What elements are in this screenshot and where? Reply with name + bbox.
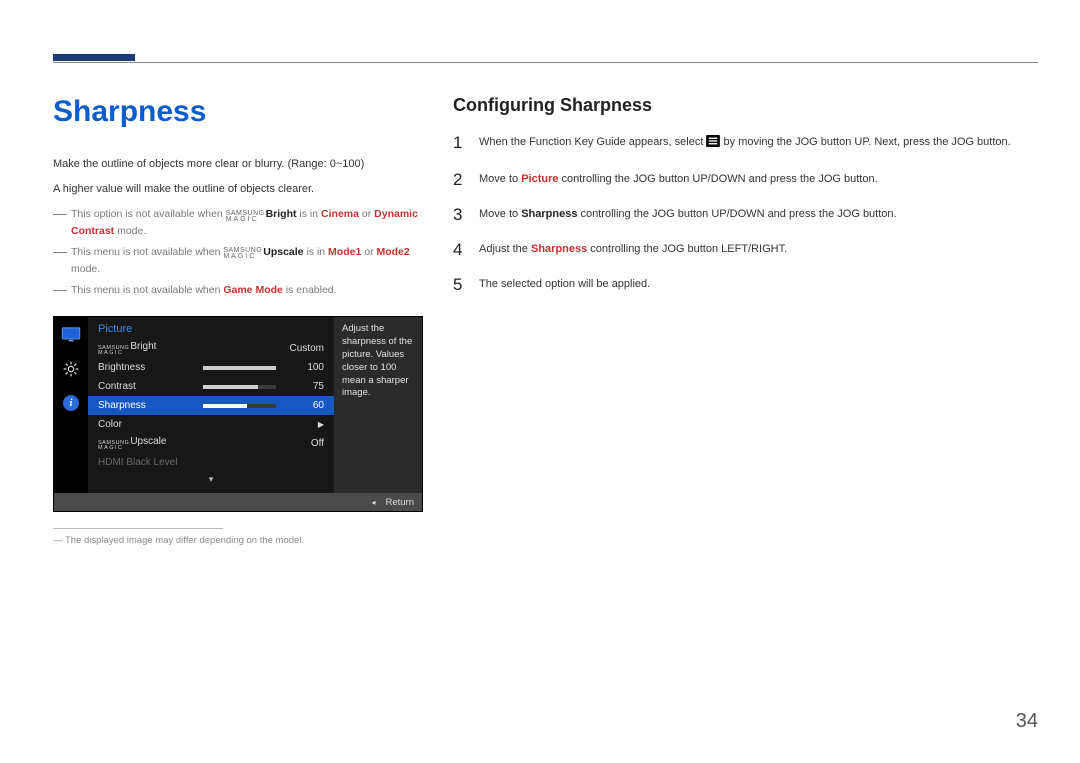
slider-bar (203, 385, 276, 389)
osd-contrast-label: Contrast (98, 381, 203, 392)
osd-brightness-val: 100 (284, 362, 324, 373)
note1-pre: This option is not available when (71, 208, 226, 220)
samsung-magic-text: SAMSUNGMAGIC (223, 248, 262, 261)
gear-icon (61, 361, 81, 377)
step-4: 4 Adjust the Sharpness controlling the J… (453, 241, 1038, 258)
dash-icon: ― (53, 206, 71, 240)
step-number: 2 (453, 171, 479, 188)
note3-gamemode: Game Mode (223, 284, 283, 296)
note1-post: mode. (114, 225, 146, 237)
step4-b: controlling the JOG button LEFT/RIGHT. (587, 243, 787, 255)
steps-list: 1 When the Function Key Guide appears, s… (453, 134, 1038, 293)
step2-a: Move to (479, 173, 521, 185)
notes-block: ― This option is not available when SAMS… (53, 206, 433, 298)
footnote: ―The displayed image may differ dependin… (53, 535, 433, 546)
note3-pre: This menu is not available when (71, 284, 223, 296)
osd-screenshot: i Picture SAMSUNGMAGICBright Custom Brig… (53, 316, 423, 512)
osd-upscale-val: Off (284, 438, 324, 449)
step-1: 1 When the Function Key Guide appears, s… (453, 134, 1038, 153)
chevron-left-icon: ◂ (371, 498, 375, 507)
note2-mid: is in (304, 246, 329, 258)
osd-hdmi-label: HDMI Black Level (98, 457, 177, 468)
page-title: Sharpness (53, 95, 433, 129)
step3-b: controlling the JOG button UP/DOWN and p… (577, 208, 896, 220)
osd-color-label: Color (98, 419, 203, 430)
step-number: 5 (453, 276, 479, 293)
osd-sharpness-label: Sharpness (98, 400, 203, 411)
osd-brightness-label: Brightness (98, 362, 203, 373)
slider-bar (203, 366, 276, 370)
slider-bar (203, 404, 276, 408)
note2-magic: Upscale (263, 246, 303, 258)
osd-bright-label: Bright (130, 341, 156, 352)
osd-row-contrast: Contrast 75 (88, 377, 334, 396)
right-column: Configuring Sharpness 1 When the Functio… (433, 95, 1038, 546)
note1-cinema: Cinema (321, 208, 359, 220)
step-number: 1 (453, 134, 479, 151)
note-2: ― This menu is not available when SAMSUN… (53, 244, 433, 278)
samsung-magic-text: SAMSUNGMAGIC (226, 211, 265, 224)
header-rule (53, 62, 1038, 63)
left-column: Sharpness Make the outline of objects mo… (53, 95, 433, 546)
chevron-right-icon: ▶ (284, 420, 324, 429)
menu-icon (706, 135, 720, 153)
note3-post: is enabled. (283, 284, 337, 296)
step-5: 5 The selected option will be applied. (453, 276, 1038, 293)
step1-a: When the Function Key Guide appears, sel… (479, 136, 706, 148)
samsung-magic-text: SAMSUNGMAGIC (98, 441, 129, 451)
intro-text: Make the outline of objects more clear o… (53, 155, 433, 198)
section-heading: Configuring Sharpness (453, 95, 1038, 116)
note2-mode1: Mode1 (328, 246, 361, 258)
osd-row-bright: SAMSUNGMAGICBright Custom (88, 339, 334, 358)
header-accent-bar (53, 54, 135, 61)
step2-picture: Picture (521, 173, 558, 185)
osd-bright-val: Custom (284, 343, 324, 354)
note-3: ― This menu is not available when Game M… (53, 282, 433, 299)
step1-b: by moving the JOG button UP. Next, press… (720, 136, 1010, 148)
step4-sharpness: Sharpness (531, 243, 587, 255)
note2-post: mode. (71, 263, 100, 275)
dash-icon: ― (53, 282, 71, 299)
step-2: 2 Move to Picture controlling the JOG bu… (453, 171, 1038, 188)
monitor-icon (61, 327, 81, 343)
osd-row-color: Color ▶ (88, 415, 334, 434)
note1-magic: Bright (266, 208, 297, 220)
osd-contrast-val: 75 (284, 381, 324, 392)
note1-or: or (359, 208, 374, 220)
osd-icon-rail: i (54, 317, 88, 493)
info-icon: i (61, 395, 81, 411)
page-number: 34 (1016, 710, 1038, 733)
samsung-magic-text: SAMSUNGMAGIC (98, 346, 129, 356)
note2-or: or (361, 246, 376, 258)
osd-upscale-label: Upscale (130, 436, 166, 447)
intro-line-2: A higher value will make the outline of … (53, 180, 433, 199)
step-number: 3 (453, 206, 479, 223)
osd-footer: ◂ Return (54, 493, 422, 511)
step3-a: Move to (479, 208, 521, 220)
step5-text: The selected option will be applied. (479, 276, 1038, 293)
osd-row-hdmi: HDMI Black Level (88, 453, 334, 472)
step-3: 3 Move to Sharpness controlling the JOG … (453, 206, 1038, 223)
chevron-down-icon: ▾ (88, 472, 334, 485)
dash-icon: ― (53, 535, 65, 546)
osd-help-text: Adjust the sharpness of the picture. Val… (334, 317, 422, 493)
note-1: ― This option is not available when SAMS… (53, 206, 433, 240)
step3-sharpness: Sharpness (521, 208, 577, 220)
osd-row-upscale: SAMSUNGMAGICUpscale Off (88, 434, 334, 453)
osd-sharpness-val: 60 (284, 400, 324, 411)
step4-a: Adjust the (479, 243, 531, 255)
footnote-text: The displayed image may differ depending… (65, 535, 304, 546)
osd-row-brightness: Brightness 100 (88, 358, 334, 377)
note2-mode2: Mode2 (376, 246, 409, 258)
step-number: 4 (453, 241, 479, 258)
osd-title: Picture (88, 323, 334, 339)
intro-line-1: Make the outline of objects more clear o… (53, 155, 433, 174)
footnote-rule (53, 528, 223, 529)
dash-icon: ― (53, 244, 71, 278)
osd-return-label: Return (385, 497, 414, 508)
note1-mid: is in (297, 208, 322, 220)
step2-b: controlling the JOG button UP/DOWN and p… (558, 173, 877, 185)
osd-row-sharpness: Sharpness 60 (88, 396, 334, 415)
note2-pre: This menu is not available when (71, 246, 223, 258)
